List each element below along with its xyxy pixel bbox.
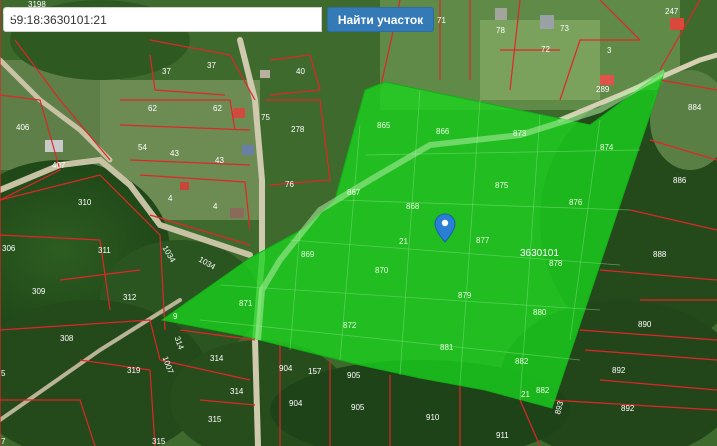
parcel-label: 71 — [437, 16, 446, 25]
parcel-label: 3 — [607, 46, 612, 55]
search-bar: Найти участок — [3, 7, 434, 32]
parcel-label: 75 — [261, 113, 270, 122]
parcel-label: 5 — [1, 369, 6, 378]
parcel-label: 873 — [513, 129, 527, 138]
parcel-label: 21 — [399, 237, 408, 246]
parcel-label: 315 — [208, 415, 222, 424]
parcel-label: 892 — [621, 404, 635, 413]
parcel-label: 247 — [665, 7, 679, 16]
parcel-label: 43 — [170, 149, 179, 158]
parcel-label: 877 — [476, 236, 490, 245]
parcel-label: 4 — [168, 194, 173, 203]
parcel-label: 905 — [351, 403, 365, 412]
parcel-label: 406 — [16, 123, 30, 132]
parcel-label: 314 — [210, 354, 224, 363]
parcel-label: 37 — [207, 61, 216, 70]
parcel-label: 888 — [653, 250, 667, 259]
parcel-label: 407 — [52, 161, 66, 170]
parcel-label: 43 — [215, 156, 224, 165]
parcel-label: 876 — [569, 198, 583, 207]
parcel-label: 884 — [688, 103, 702, 112]
parcel-label: 62 — [213, 104, 222, 113]
parcel-label: 21 — [521, 390, 530, 399]
parcel-label: 911 — [496, 431, 509, 440]
parcel-label: 865 — [377, 121, 391, 130]
parcel-label: 54 — [138, 143, 147, 152]
satellite-map[interactable]: 3198 37 37 40 62 62 75 278 406 407 54 43… — [0, 0, 717, 446]
parcel-label: 319 — [127, 366, 141, 375]
parcel-label: 278 — [291, 125, 305, 134]
parcel-label: 871 — [239, 299, 253, 308]
parcel-label: 76 — [285, 180, 294, 189]
parcel-label: 312 — [123, 293, 137, 302]
parcel-label: 904 — [279, 364, 293, 373]
search-button-label: Найти участок — [337, 12, 424, 27]
parcel-label: 867 — [347, 188, 361, 197]
parcel-label: 40 — [296, 67, 305, 76]
parcel-label: 875 — [495, 181, 509, 190]
parcel-label: 311 — [98, 246, 111, 255]
parcel-label: 904 — [289, 399, 303, 408]
parcel-label: 310 — [78, 198, 92, 207]
parcel-label: 878 — [549, 259, 563, 268]
parcel-label: 62 — [148, 104, 157, 113]
parcel-label: 866 — [436, 127, 450, 136]
parcel-label: 289 — [596, 85, 610, 94]
parcel-label: 910 — [426, 413, 440, 422]
parcel-label: 880 — [533, 308, 547, 317]
parcel-label: 882 — [515, 357, 529, 366]
parcel-label: 309 — [32, 287, 46, 296]
parcel-label: 905 — [347, 371, 361, 380]
parcel-label: 892 — [612, 366, 626, 375]
parcel-label: 73 — [560, 24, 569, 33]
parcel-label: 314 — [230, 387, 244, 396]
parcel-label: 315 — [152, 437, 166, 446]
parcel-label: 157 — [308, 367, 322, 376]
parcel-label: 306 — [2, 244, 16, 253]
parcel-label: 890 — [638, 320, 652, 329]
parcel-label: 9 — [173, 312, 178, 321]
search-button[interactable]: Найти участок — [3, 7, 434, 32]
parcel-label: 874 — [600, 143, 614, 152]
cadastral-block-label: 3630101 — [520, 248, 559, 259]
parcel-label: 872 — [343, 321, 357, 330]
parcel-label: 869 — [301, 250, 315, 259]
parcel-label: 882 — [536, 386, 550, 395]
parcel-label: 72 — [541, 45, 550, 54]
search-icon — [3, 7, 15, 19]
parcel-label: 7 — [1, 437, 6, 446]
parcel-label: 881 — [440, 343, 454, 352]
parcel-label: 879 — [458, 291, 472, 300]
search-input[interactable] — [3, 7, 322, 32]
parcel-label: 870 — [375, 266, 389, 275]
parcel-label: 886 — [673, 176, 687, 185]
parcel-label: 4 — [213, 202, 218, 211]
parcel-label: 78 — [496, 26, 505, 35]
parcel-label: 37 — [162, 67, 171, 76]
parcel-label: 308 — [60, 334, 74, 343]
parcel-label: 868 — [406, 202, 420, 211]
map-view[interactable]: 3198 37 37 40 62 62 75 278 406 407 54 43… — [0, 0, 717, 446]
